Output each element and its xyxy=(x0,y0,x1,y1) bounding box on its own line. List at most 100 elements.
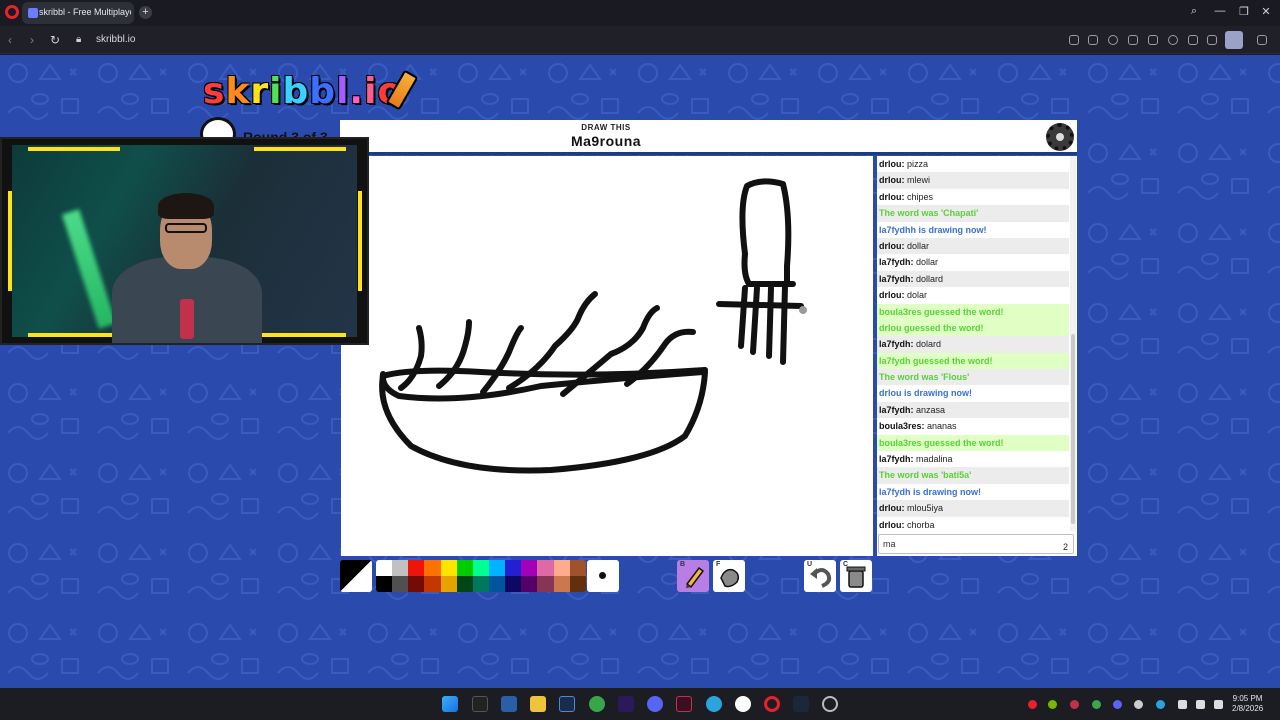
steam-icon[interactable] xyxy=(793,696,809,712)
color-swatch[interactable] xyxy=(569,576,586,592)
chat-sender: drlou: xyxy=(879,175,905,186)
reload-icon[interactable]: ↻ xyxy=(50,33,60,47)
tray-app-icon[interactable] xyxy=(1156,700,1165,709)
app-icon[interactable] xyxy=(501,696,517,712)
color-swatch[interactable] xyxy=(392,560,409,576)
color-swatch[interactable] xyxy=(376,560,393,576)
extension-icon[interactable] xyxy=(1128,35,1138,45)
chat-text: madalina xyxy=(916,454,953,465)
chat-guess-input[interactable]: ma 2 xyxy=(878,534,1074,554)
cube-icon[interactable] xyxy=(1257,35,1267,45)
noodle-stroke xyxy=(436,319,472,389)
chat-text: The word was 'Chapati' xyxy=(879,208,979,219)
telegram-icon[interactable] xyxy=(706,696,722,712)
tray-discord-icon[interactable] xyxy=(1113,700,1122,709)
chat-sender: drlou: xyxy=(879,503,905,514)
color-swatch[interactable] xyxy=(424,560,441,576)
microphone-icon[interactable] xyxy=(1178,700,1187,709)
chat-text: pizza xyxy=(907,159,929,169)
network-icon[interactable] xyxy=(1196,700,1205,709)
tray-app-icon[interactable] xyxy=(1092,700,1101,709)
color-swatch[interactable] xyxy=(553,560,570,576)
color-swatch[interactable] xyxy=(424,576,441,592)
color-swatch[interactable] xyxy=(408,576,425,592)
share-icon[interactable] xyxy=(1069,35,1079,45)
browser-tab[interactable]: skribbl - Free Multiplayer xyxy=(22,2,134,24)
app-icon[interactable] xyxy=(676,696,692,712)
color-swatch[interactable] xyxy=(456,576,473,592)
premiere-icon[interactable] xyxy=(618,696,634,712)
color-swatch[interactable] xyxy=(537,576,554,592)
chat-message: drlou: mlou5iya xyxy=(877,500,1069,517)
chat-message: drlou guessed the word! xyxy=(877,319,1069,337)
obs-icon[interactable] xyxy=(735,696,751,712)
color-swatch[interactable] xyxy=(553,576,570,592)
windows-start-icon[interactable] xyxy=(442,696,458,712)
fill-tool-button[interactable]: F xyxy=(713,560,745,592)
new-tab-button[interactable]: + xyxy=(139,6,152,19)
color-swatch[interactable] xyxy=(569,560,586,576)
url-field[interactable]: skribbl.io xyxy=(96,34,135,45)
tray-app-icon[interactable] xyxy=(1070,700,1079,709)
xbox-icon[interactable] xyxy=(589,696,605,712)
menu-icon[interactable] xyxy=(1207,35,1217,45)
chat-sender: drlou: xyxy=(879,191,905,202)
search-tabs-icon[interactable]: ⌕ xyxy=(1186,5,1202,18)
color-swatch[interactable] xyxy=(488,560,506,576)
taskbar-clock[interactable]: 9:05 PM 2/8/2026 xyxy=(1232,694,1263,714)
color-swatch[interactable] xyxy=(456,560,473,576)
color-swatch[interactable] xyxy=(537,560,554,576)
color-swatch[interactable] xyxy=(505,576,522,592)
shield-icon[interactable] xyxy=(1108,35,1118,45)
color-swatch[interactable] xyxy=(472,576,489,592)
color-swatch[interactable] xyxy=(505,560,522,576)
lightroom-icon[interactable] xyxy=(559,696,575,712)
streamer-glasses xyxy=(165,223,207,233)
color-swatch[interactable] xyxy=(521,576,538,592)
color-swatch[interactable] xyxy=(521,560,538,576)
clear-key: C xyxy=(843,561,849,568)
chat-sender: drlou: xyxy=(879,240,905,251)
download-icon[interactable] xyxy=(1188,35,1198,45)
opera-icon[interactable] xyxy=(764,696,780,712)
current-color-preview[interactable] xyxy=(340,560,372,592)
clear-canvas-button[interactable]: C xyxy=(840,560,872,592)
color-swatch[interactable] xyxy=(408,560,425,576)
file-explorer-icon[interactable] xyxy=(530,696,546,712)
tray-opera-icon[interactable] xyxy=(1028,700,1037,709)
drawing-canvas[interactable] xyxy=(341,156,873,556)
maximize-button[interactable]: ❐ xyxy=(1236,5,1252,18)
discord-icon[interactable] xyxy=(647,696,663,712)
chat-text: drlou guessed the word! xyxy=(879,322,984,333)
forward-icon[interactable]: › xyxy=(30,33,34,47)
brush-size-button[interactable] xyxy=(587,560,619,592)
heart-icon[interactable] xyxy=(1168,35,1178,45)
color-swatch[interactable] xyxy=(472,560,489,576)
brush-cursor xyxy=(799,306,807,314)
epic-games-icon[interactable] xyxy=(472,696,488,712)
frame-accent xyxy=(8,191,12,291)
volume-icon[interactable] xyxy=(1214,700,1223,709)
opera-logo-icon[interactable] xyxy=(5,5,19,19)
color-swatch[interactable] xyxy=(440,560,457,576)
settings-gear-icon[interactable] xyxy=(1046,123,1074,151)
tray-nvidia-icon[interactable] xyxy=(1048,700,1057,709)
color-swatch[interactable] xyxy=(488,576,506,592)
back-icon[interactable]: ‹ xyxy=(8,33,12,47)
chat-message: drlou: pizza xyxy=(877,156,1069,172)
minimize-button[interactable]: — xyxy=(1212,5,1228,17)
chat-scrollbar-thumb[interactable] xyxy=(1071,334,1075,524)
tab-title: skribbl - Free Multiplayer xyxy=(39,7,131,17)
profile-avatar[interactable] xyxy=(1225,31,1243,49)
app-icon[interactable] xyxy=(822,696,838,712)
tray-settings-icon[interactable] xyxy=(1134,700,1143,709)
camera-icon[interactable] xyxy=(1088,35,1098,45)
pen-tool-button[interactable]: B xyxy=(677,560,709,592)
chat-messages: drlou: pizza drlou: mlewi drlou: chipes The… xyxy=(877,156,1069,531)
color-swatch[interactable] xyxy=(376,576,393,592)
color-swatch[interactable] xyxy=(392,576,409,592)
close-window-button[interactable]: ✕ xyxy=(1258,5,1274,18)
color-swatch[interactable] xyxy=(440,576,457,592)
play-icon[interactable] xyxy=(1148,35,1158,45)
undo-button[interactable]: U xyxy=(804,560,836,592)
